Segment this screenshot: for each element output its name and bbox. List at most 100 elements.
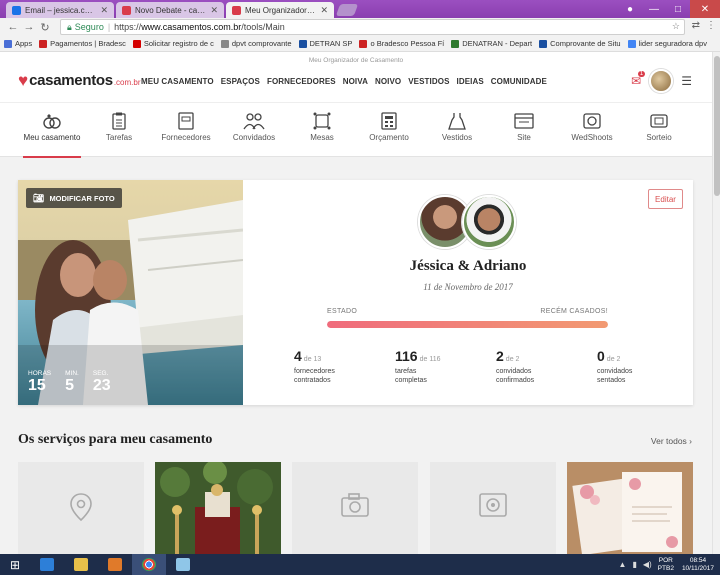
windows-taskbar: ⊞ ▲ ▮ ◀) POR PTB2 08:54 10/11/2017 xyxy=(0,554,720,575)
tool-convidados[interactable]: Convidados xyxy=(219,103,289,158)
status-progress-fill xyxy=(327,321,608,328)
stat-convidados-confirmados[interactable]: 2 de 2 convidados confirmados xyxy=(496,348,597,385)
bookmark-item[interactable]: Comprovante de Situ xyxy=(539,39,621,48)
service-card-decor-photo[interactable] xyxy=(155,462,281,554)
countdown: HORAS 15 MIN. 5 SEG. 23 xyxy=(28,370,111,395)
forward-icon[interactable]: → xyxy=(22,21,36,33)
volume-icon[interactable]: ◀) xyxy=(643,560,652,569)
back-icon[interactable]: ← xyxy=(6,21,20,33)
paint-icon xyxy=(176,558,190,571)
tool-fornecedores[interactable]: Fornecedores xyxy=(151,103,221,158)
bookmark-item[interactable]: Solicitar registro de c xyxy=(132,39,214,48)
tool-sorteio[interactable]: Sorteio xyxy=(624,103,694,158)
tool-mesas[interactable]: Mesas xyxy=(287,103,357,158)
browser-tab-organizer[interactable]: Meu Organizador de Casamento ✕ xyxy=(226,2,334,18)
service-card-video[interactable] xyxy=(430,462,556,554)
browser-icon xyxy=(514,113,534,129)
stat-convidados-sentados[interactable]: 0 de 2 convidados sentados xyxy=(597,348,698,385)
dress-icon xyxy=(448,113,466,130)
bookmarks-bar: Apps Pagamentos | Bradesc Solicitar regist… xyxy=(0,36,720,52)
main-nav: MEU CASAMENTO ESPAÇOS FORNECEDORES NOIVA… xyxy=(141,77,547,86)
address-bar[interactable]: 🔒︎ Seguro | https://www.casamentos.com.b… xyxy=(60,19,685,35)
secure-label: Seguro xyxy=(74,22,104,32)
camera-icon xyxy=(341,493,369,517)
taskbar-paint[interactable] xyxy=(166,554,200,575)
avatar[interactable] xyxy=(649,69,674,93)
reload-icon[interactable]: ↻ xyxy=(38,21,52,34)
minimize-icon[interactable]: — xyxy=(642,0,666,18)
tool-site[interactable]: Site xyxy=(489,103,559,158)
bookmark-star-icon[interactable]: ☆ xyxy=(672,21,680,32)
site-logo[interactable]: ♥ casamentos .com.br xyxy=(18,72,140,90)
decoration-photo-image xyxy=(155,462,281,554)
extension-icons: ⇄ ⋮ xyxy=(692,20,716,31)
hamburger-menu-icon[interactable]: ☰ xyxy=(681,74,692,88)
nav-espacos[interactable]: ESPAÇOS xyxy=(221,77,260,86)
page-scrollbar[interactable] xyxy=(712,52,720,554)
modify-photo-button[interactable]: 📷︎ MODIFICAR FOTO xyxy=(26,188,122,208)
calculator-icon xyxy=(381,112,397,130)
close-icon[interactable]: ✕ xyxy=(100,5,108,16)
menu-dots-icon[interactable]: ⋮ xyxy=(706,20,716,31)
bookmark-item[interactable]: DETRAN SP xyxy=(298,39,352,48)
service-card-photography[interactable] xyxy=(292,462,418,554)
browser-tab-debate[interactable]: Novo Debate - casamentos ✕ xyxy=(116,2,224,18)
show-hidden-icons-icon[interactable]: ▲ xyxy=(619,560,627,569)
close-icon[interactable]: ✕ xyxy=(320,5,328,16)
close-icon[interactable]: ✕ xyxy=(210,5,218,16)
browser-titlebar: Email – jessica.collen0505 ✕ Novo Debate… xyxy=(0,0,720,18)
bookmark-item[interactable]: dpvt comprovante xyxy=(220,39,292,48)
tool-vestidos[interactable]: Vestidos xyxy=(422,103,492,158)
bookmark-item[interactable]: Apps xyxy=(4,39,32,48)
window-close-icon[interactable]: ✕ xyxy=(690,0,720,18)
input-language[interactable]: POR PTB2 xyxy=(658,557,674,573)
table-icon xyxy=(313,112,331,130)
service-card-location[interactable] xyxy=(18,462,144,554)
groom-avatar[interactable] xyxy=(462,195,516,249)
nav-noivo[interactable]: NOIVO xyxy=(375,77,401,86)
film-icon xyxy=(479,493,507,517)
browser-tab-email[interactable]: Email – jessica.collen0505 ✕ xyxy=(6,2,114,18)
translate-icon[interactable]: ⇄ xyxy=(692,20,700,31)
maximize-icon[interactable]: □ xyxy=(666,0,690,18)
nav-fornecedores[interactable]: FORNECEDORES xyxy=(267,77,336,86)
nav-comunidade[interactable]: COMUNIDADE xyxy=(491,77,547,86)
tool-meu-casamento[interactable]: Meu casamento xyxy=(17,103,87,158)
nav-ideias[interactable]: IDEIAS xyxy=(457,77,484,86)
scrollbar-thumb[interactable] xyxy=(714,56,720,196)
nav-vestidos[interactable]: VESTIDOS xyxy=(408,77,449,86)
tool-orcamento[interactable]: Orçamento xyxy=(354,103,424,158)
bookmark-favicon-icon xyxy=(298,39,307,48)
bookmark-item[interactable]: lider seguradora dpv xyxy=(627,39,707,48)
bookmark-favicon-icon xyxy=(220,39,229,48)
bookmark-item[interactable]: o Bradesco Pessoa Fí xyxy=(359,39,444,48)
new-tab-button[interactable] xyxy=(335,4,359,16)
stat-tarefas[interactable]: 116 de 116 tarefas completas xyxy=(395,348,496,385)
status-progress-bar xyxy=(327,321,608,328)
tools-bar: Meu casamento Tarefas Fornecedores Convi… xyxy=(0,102,712,158)
bookmark-item[interactable]: DENATRAN - Depart xyxy=(451,39,532,48)
stat-fornecedores[interactable]: 4 de 13 fornecedores contratados xyxy=(294,348,395,385)
service-card-invitations-photo[interactable] xyxy=(567,462,693,554)
status-label: ESTADO xyxy=(327,308,358,315)
profile-icon[interactable]: ● xyxy=(618,0,642,18)
nav-meu-casamento[interactable]: MEU CASAMENTO xyxy=(141,77,214,86)
taskbar-ie[interactable] xyxy=(30,554,64,575)
mail-icon[interactable]: ✉ 1 xyxy=(631,71,646,88)
clipboard-icon xyxy=(112,112,126,130)
bookmark-item[interactable]: Pagamentos | Bradesc xyxy=(39,39,126,48)
url-text: https://www.casamentos.com.br/tools/Main xyxy=(114,22,285,32)
taskbar-chrome[interactable] xyxy=(132,554,166,575)
clock[interactable]: 08:54 10/11/2017 xyxy=(682,557,714,573)
taskbar-explorer[interactable] xyxy=(64,554,98,575)
edit-button[interactable]: Editar xyxy=(648,189,683,209)
couple-avatars xyxy=(418,195,518,250)
see-all-link[interactable]: Ver todos › xyxy=(651,436,692,446)
location-pin-icon xyxy=(70,493,92,522)
network-icon[interactable]: ▮ xyxy=(632,560,636,569)
taskbar-media[interactable] xyxy=(98,554,132,575)
start-button[interactable]: ⊞ xyxy=(0,554,30,575)
nav-noiva[interactable]: NOIVA xyxy=(343,77,368,86)
tool-tarefas[interactable]: Tarefas xyxy=(84,103,154,158)
tool-wedshoots[interactable]: WedShoots xyxy=(557,103,627,158)
